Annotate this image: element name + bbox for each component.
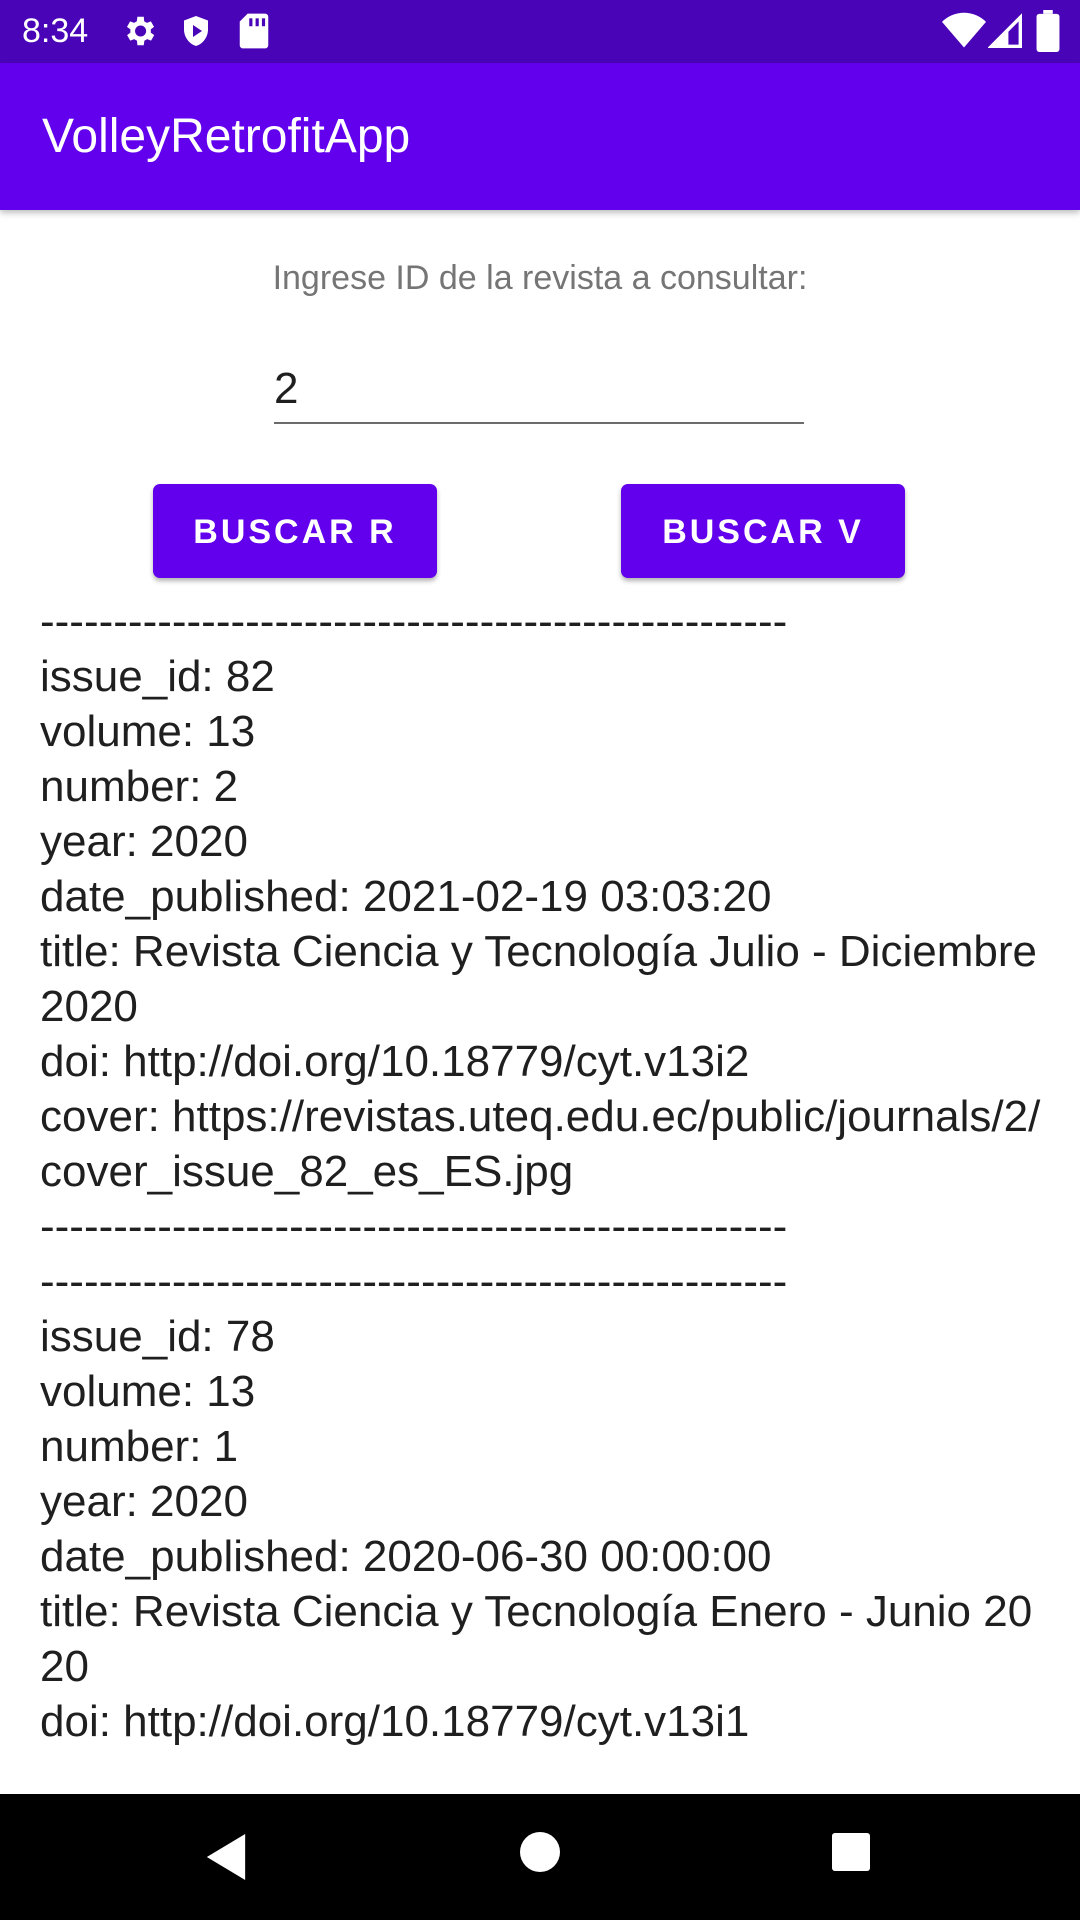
- result-line: title: Revista Ciencia y Tecnología Ener…: [40, 1587, 1033, 1691]
- result-line: year: 2020: [40, 1477, 248, 1526]
- result-line: year: 2020: [40, 817, 248, 866]
- result-line: ----------------------------------------…: [40, 1202, 788, 1251]
- sd-card-icon: [239, 13, 269, 49]
- result-line: number: 2: [40, 762, 239, 811]
- app-title: VolleyRetrofitApp: [42, 110, 411, 163]
- result-line: ----------------------------------------…: [40, 597, 788, 646]
- results-text: ----------------------------------------…: [40, 594, 1050, 1794]
- recents-icon[interactable]: [832, 1833, 870, 1871]
- result-line: volume: 13: [40, 1367, 256, 1416]
- battery-icon: [1036, 10, 1060, 52]
- result-line: doi: http://doi.org/10.18779/cyt.v13i1: [40, 1697, 750, 1746]
- result-line: ----------------------------------------…: [40, 1257, 788, 1306]
- result-line: cover: https://revistas.uteq.edu.ec/publ…: [40, 1092, 1041, 1196]
- search-retrofit-button[interactable]: BUSCAR R: [153, 484, 437, 578]
- result-line: volume: 13: [40, 707, 256, 756]
- app-bar: VolleyRetrofitApp: [0, 63, 1080, 210]
- status-time: 8:34: [22, 12, 89, 50]
- result-line: title: Revista Ciencia y Tecnología Juli…: [40, 927, 1050, 1031]
- shield-play-icon: [184, 16, 208, 46]
- result-line: date_published: 2021-02-19 03:03:20: [40, 872, 772, 921]
- navigation-bar: [0, 1794, 1080, 1920]
- result-line: number: 1: [40, 1422, 239, 1471]
- id-prompt-label: Ingrese ID de la revista a consultar:: [272, 259, 808, 297]
- home-icon[interactable]: [520, 1832, 560, 1872]
- result-line: issue_id: 78: [40, 1312, 275, 1361]
- result-line: date_published: 2020-06-30 00:00:00: [40, 1532, 772, 1581]
- search-volley-button[interactable]: BUSCAR V: [621, 484, 905, 578]
- issue-id-input[interactable]: [274, 356, 804, 424]
- wifi-icon: [942, 12, 986, 48]
- gear-icon: [126, 16, 155, 46]
- result-line: issue_id: 82: [40, 652, 275, 701]
- signal-icon: [988, 13, 1022, 48]
- result-line: doi: http://doi.org/10.18779/cyt.v13i2: [40, 1037, 750, 1086]
- back-icon[interactable]: [203, 1832, 249, 1882]
- status-bar: 8:34: [0, 0, 1080, 63]
